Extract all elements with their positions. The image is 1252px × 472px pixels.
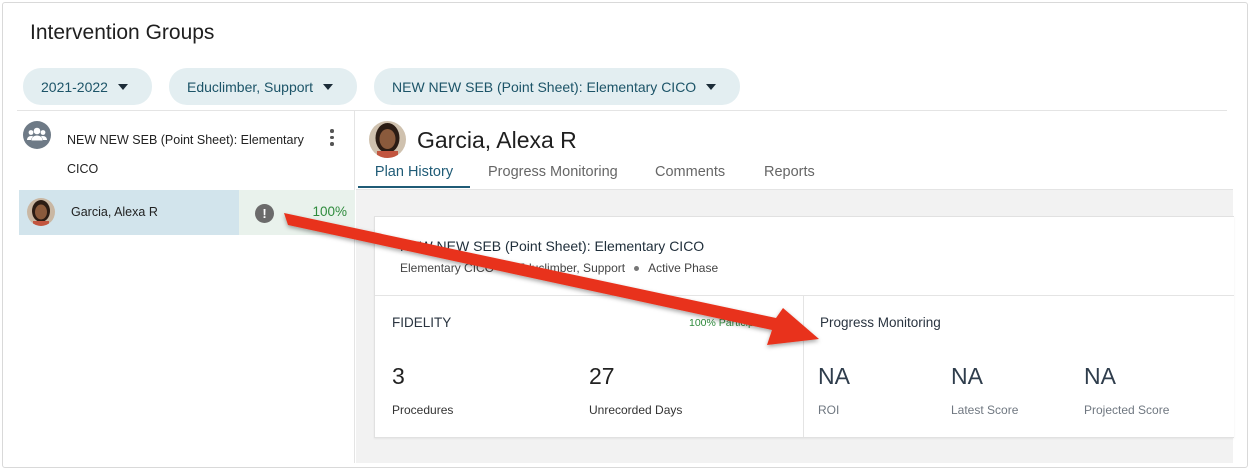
projected-score-value: NA bbox=[1084, 363, 1116, 389]
latest-score-label: Latest Score bbox=[951, 403, 1019, 417]
latest-score-value: NA bbox=[951, 363, 983, 389]
plan-title[interactable]: NEW NEW SEB (Point Sheet): Elementary CI… bbox=[400, 238, 704, 254]
page-title: Intervention Groups bbox=[30, 21, 215, 44]
procedures-value: 3 bbox=[392, 363, 405, 389]
school-filter-label: Educlimber, Support bbox=[187, 78, 314, 95]
avatar bbox=[27, 198, 55, 226]
tab-progress-monitoring[interactable]: Progress Monitoring bbox=[488, 164, 618, 186]
group-sidebar: NEW NEW SEB (Point Sheet): Elementary CI… bbox=[17, 111, 355, 463]
school-filter[interactable]: Educlimber, Support bbox=[169, 68, 357, 105]
projected-score-label: Projected Score bbox=[1084, 403, 1170, 417]
app-window: Intervention Groups 2021-2022 Educlimber… bbox=[2, 2, 1248, 468]
tab-comments[interactable]: Comments bbox=[655, 164, 725, 186]
plan-school: Educlimber, Support bbox=[517, 261, 626, 275]
separator-dot bbox=[634, 265, 640, 271]
caret-down-icon bbox=[706, 83, 717, 90]
student-row[interactable]: Garcia, Alexa R ! 100% bbox=[19, 190, 355, 235]
alert-icon[interactable]: ! bbox=[255, 204, 274, 223]
avatar bbox=[369, 121, 406, 158]
more-options-icon[interactable] bbox=[327, 129, 337, 149]
intervention-filter-label: NEW NEW SEB (Point Sheet): Elementary CI… bbox=[392, 78, 697, 95]
participation-label: 100% Participation bbox=[689, 317, 777, 329]
student-title: Garcia, Alexa R bbox=[417, 127, 577, 153]
card-divider bbox=[375, 295, 1234, 296]
student-name: Garcia, Alexa R bbox=[71, 205, 158, 219]
plan-program: Elementary CICO bbox=[400, 261, 495, 275]
participation-percent: 100% bbox=[312, 204, 347, 219]
unrecorded-days-label: Unrecorded Days bbox=[589, 403, 683, 417]
procedures-label: Procedures bbox=[392, 403, 454, 417]
group-people-icon bbox=[23, 121, 51, 149]
progress-monitoring-label: Progress Monitoring bbox=[820, 315, 941, 330]
fidelity-label: FIDELITY bbox=[392, 315, 452, 330]
year-filter[interactable]: 2021-2022 bbox=[23, 68, 152, 105]
caret-down-icon bbox=[117, 83, 128, 90]
column-divider bbox=[803, 295, 804, 437]
roi-label: ROI bbox=[818, 403, 840, 417]
intervention-filter[interactable]: NEW NEW SEB (Point Sheet): Elementary CI… bbox=[374, 68, 740, 105]
tab-reports[interactable]: Reports bbox=[764, 164, 815, 186]
roi-value: NA bbox=[818, 363, 850, 389]
plan-meta: Elementary CICO Educlimber, Support Acti… bbox=[400, 261, 718, 275]
group-row[interactable]: NEW NEW SEB (Point Sheet): Elementary CI… bbox=[17, 111, 355, 188]
group-name: NEW NEW SEB (Point Sheet): Elementary CI… bbox=[67, 133, 304, 176]
year-filter-label: 2021-2022 bbox=[41, 78, 108, 95]
plan-card: NEW NEW SEB (Point Sheet): Elementary CI… bbox=[374, 216, 1234, 438]
plan-phase: Active Phase bbox=[648, 261, 719, 275]
tab-plan-history[interactable]: Plan History bbox=[358, 164, 470, 188]
caret-down-icon bbox=[323, 83, 334, 90]
student-detail: Garcia, Alexa R Plan History Progress Mo… bbox=[356, 111, 1234, 463]
separator-dot bbox=[503, 265, 509, 271]
unrecorded-days-value: 27 bbox=[589, 363, 615, 389]
